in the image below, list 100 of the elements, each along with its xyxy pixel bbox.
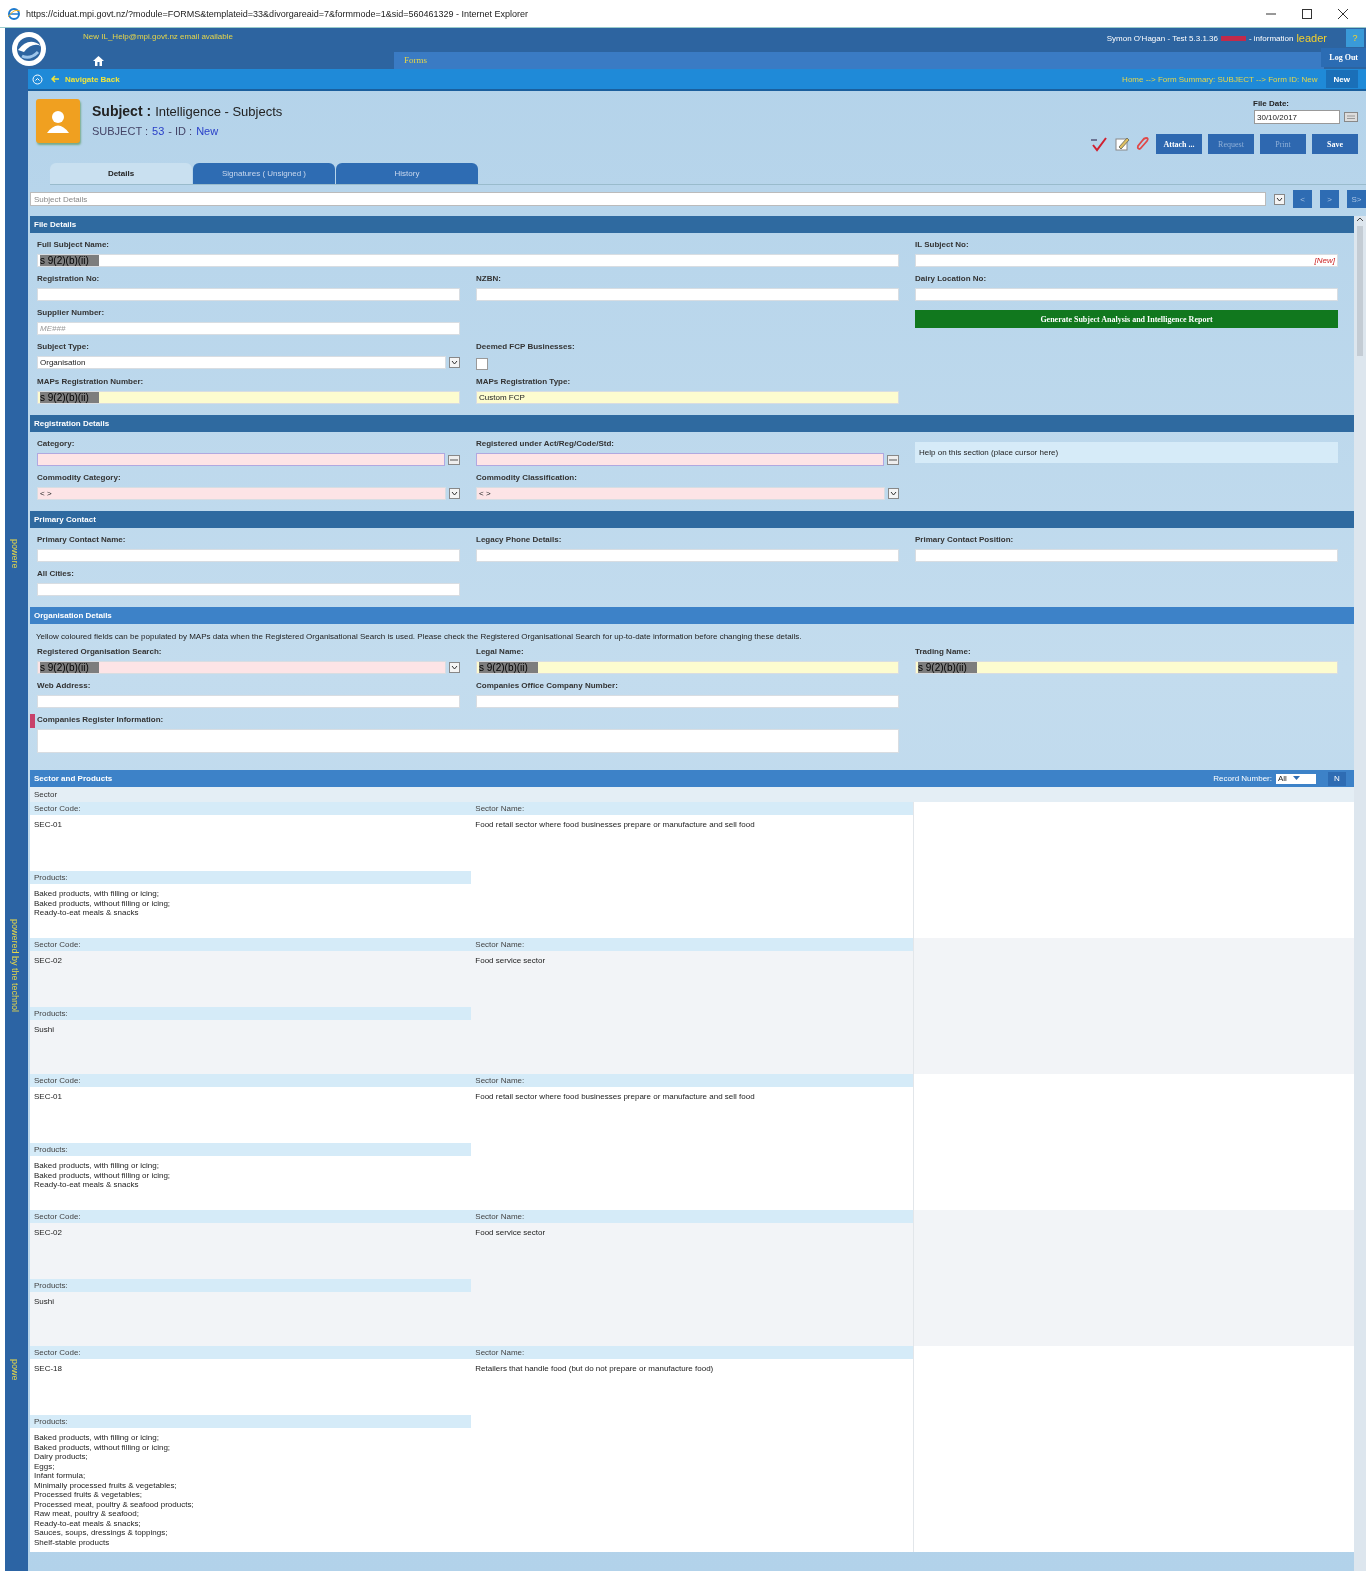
table-cell-text: SEC-01 <box>33 819 63 831</box>
input-field[interactable]: s 9(2)(b)(ii) <box>476 661 899 674</box>
navigate-back-link[interactable]: Navigate Back <box>51 74 120 84</box>
info-note: Yellow coloured fields can be populated by MAPs data when the Registered Organisational Search is used. Please check the Registered Organisational Search for up-to-date information before changing these details. <box>35 631 803 643</box>
dropdown-field[interactable]: Organisation <box>37 356 446 369</box>
lookup-button[interactable] <box>887 454 899 465</box>
input-field[interactable] <box>37 549 460 562</box>
checkbox[interactable] <box>476 358 488 370</box>
subject-number: 53 <box>152 125 165 137</box>
edit-icon[interactable] <box>1114 136 1130 152</box>
field-label: All Cities: <box>37 569 75 578</box>
record-dropdown[interactable]: All <box>1276 773 1316 784</box>
table-cell-text: Baked products, with filling or icing; Baked products, without filling or icing; Ready-to-eat meals & snacks <box>33 1160 172 1191</box>
input-field[interactable] <box>37 695 460 708</box>
side-text: powe <box>10 1359 20 1381</box>
form-type: Subject : <box>92 103 152 119</box>
action-button[interactable]: Save <box>1312 134 1358 154</box>
input-field[interactable] <box>476 549 899 562</box>
value-text: s 9(2)(b)(ii) <box>479 662 538 673</box>
field-label: MAPs Registration Type: <box>476 377 572 386</box>
lookup-button[interactable] <box>448 454 460 465</box>
input-field[interactable] <box>37 453 445 466</box>
field-label: Category: <box>37 439 76 448</box>
breadcrumb: Home --> Form Summary: SUBJECT --> Form ID: New <box>1122 74 1318 84</box>
value-text: s 9(2)(b)(ii) <box>40 392 99 403</box>
field-label: Legal Name: <box>476 647 525 656</box>
tab[interactable]: Details <box>50 163 192 184</box>
back-arrow-icon <box>51 75 59 83</box>
column-label: Products: <box>30 1007 472 1020</box>
dropdown-field[interactable]: s 9(2)(b)(ii) <box>37 661 446 674</box>
tab[interactable]: History <box>336 163 478 184</box>
scroll-up-icon[interactable] <box>1356 216 1364 222</box>
subject-avatar <box>36 99 80 143</box>
dropdown-field[interactable]: < > <box>476 487 885 500</box>
browser-icon <box>8 7 20 20</box>
dropdown-caret-icon[interactable] <box>449 488 460 499</box>
record-button[interactable]: N <box>1328 771 1346 786</box>
dropdown-caret-icon[interactable] <box>449 357 460 368</box>
minus-icon <box>889 457 897 462</box>
table-cell-text: Sushi <box>33 1024 55 1036</box>
column-label: Sector Name: <box>471 1346 913 1359</box>
input-field[interactable] <box>37 288 460 301</box>
record-label: Record Number: <box>1213 774 1272 783</box>
column-label: Sector Code: <box>30 938 472 951</box>
table-subheader: Sector <box>30 787 1354 802</box>
dropdown-caret-icon[interactable] <box>1274 193 1285 205</box>
date-field[interactable]: 30/10/2017 <box>1254 110 1340 124</box>
input-field[interactable] <box>915 288 1338 301</box>
field-label: Registration No: <box>37 274 101 283</box>
dropdown-caret-icon[interactable] <box>888 488 899 499</box>
section-header: File Details <box>30 216 1354 233</box>
value-text: s 9(2)(b)(ii) <box>40 255 99 266</box>
nav-button[interactable]: S> <box>1347 190 1366 208</box>
window-title: https://ciduat.mpi.govt.nz/?module=FORMS&templateid=33&divorgareaid=7&formmode=1&sid=560461329 - Internet Explorer <box>26 8 530 19</box>
column-label: Products: <box>30 871 472 884</box>
id-label: SUBJECT : <box>92 125 149 137</box>
brand-prefix: - information <box>1248 33 1294 43</box>
generate-report-button[interactable]: Generate Subject Analysis and Intelligence Report <box>915 310 1338 328</box>
table-cell-text: Retailers that handle food (but do not prepare or manufacture food) <box>474 1363 715 1375</box>
tab[interactable]: Signatures ( Unsigned ) <box>193 163 335 184</box>
spellcheck-icon[interactable] <box>1090 136 1108 152</box>
home-icon[interactable] <box>93 56 104 66</box>
calendar-icon[interactable] <box>1344 112 1358 122</box>
field-label: Companies Office Company Number: <box>476 681 619 690</box>
collapse-icon[interactable] <box>32 73 43 85</box>
input-field[interactable] <box>476 453 884 466</box>
help-box[interactable]: Help on this section (place cursor here) <box>915 442 1338 463</box>
field-label: Full Subject Name: <box>37 240 110 249</box>
table-cell-text: SEC-02 <box>33 955 63 967</box>
field-label: Dairy Location No: <box>915 274 988 283</box>
input-field[interactable] <box>37 583 460 596</box>
column-label: Sector Code: <box>30 1210 472 1223</box>
input-field[interactable]: ME### <box>37 322 460 335</box>
logout-button[interactable]: Log Out <box>1321 48 1366 67</box>
section-header: Registration Details <box>30 415 1354 432</box>
section-dropdown[interactable]: Subject Details <box>30 192 1266 206</box>
paperclip-icon[interactable] <box>1136 136 1150 152</box>
value-text: s 9(2)(b)(ii) <box>40 662 99 673</box>
dropdown-caret-icon[interactable] <box>449 662 460 673</box>
field-label: Companies Register Information: <box>37 715 165 724</box>
input-field[interactable]: s 9(2)(b)(ii) <box>37 254 899 267</box>
action-button[interactable]: Attach ... <box>1156 134 1202 154</box>
input-field[interactable] <box>915 549 1338 562</box>
nav-button[interactable]: < <box>1293 190 1312 208</box>
input-field[interactable]: s 9(2)(b)(ii) <box>915 661 1338 674</box>
input-field[interactable] <box>476 288 899 301</box>
input-field[interactable]: s 9(2)(b)(ii) <box>37 391 460 404</box>
column-label: Products: <box>30 1143 472 1156</box>
input-field[interactable] <box>476 695 899 708</box>
notice-link[interactable]: New IL_Help@mpi.govt.nz email available <box>83 32 233 41</box>
scrollbar[interactable] <box>1354 216 1366 1571</box>
menu-tab[interactable]: Forms <box>394 52 1324 69</box>
input-field[interactable]: [New] <box>915 254 1338 267</box>
input-field[interactable]: Custom FCP <box>476 391 899 404</box>
field-label: Web Address: <box>37 681 92 690</box>
dropdown-field[interactable]: < > <box>37 487 446 500</box>
new-button[interactable]: New <box>1325 70 1358 88</box>
table-cell-text: SEC-18 <box>33 1363 63 1375</box>
field-label: Subject Type: <box>37 342 90 351</box>
nav-button[interactable]: > <box>1320 190 1339 208</box>
